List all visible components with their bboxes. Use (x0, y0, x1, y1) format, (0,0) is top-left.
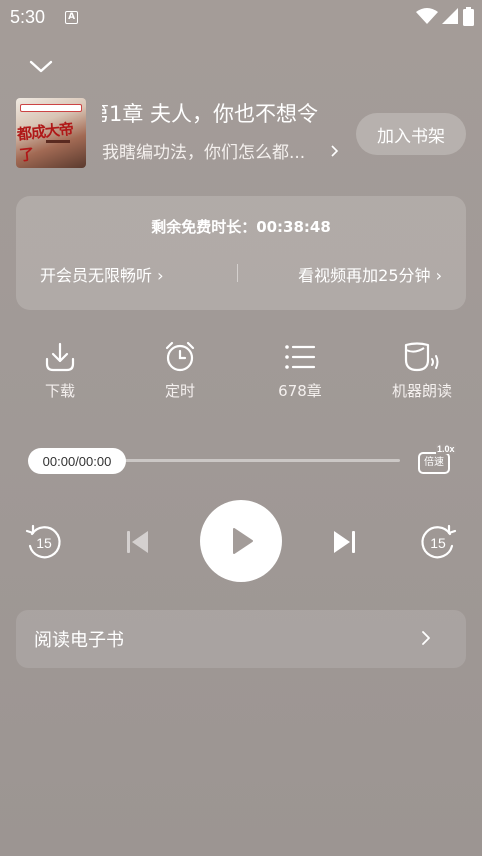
chevron-right-icon (331, 144, 339, 157)
forward-15-button[interactable]: 15 (418, 522, 458, 566)
svg-text:15: 15 (36, 535, 52, 551)
battery-icon (463, 7, 474, 26)
list-icon (285, 345, 316, 369)
download-label: 下载 (44, 382, 75, 400)
collapse-chevron-icon[interactable] (28, 56, 54, 76)
transport-controls: 15 15 (0, 500, 482, 582)
playback-progress[interactable]: 00:00/00:00 (28, 448, 400, 474)
chapter-list-button[interactable]: 678章 (250, 340, 350, 401)
speed-rate: 1.0x (436, 444, 456, 454)
skip-previous-icon (127, 531, 148, 553)
status-icons (416, 7, 474, 26)
chapter-count-label: 678章 (278, 382, 322, 400)
download-button[interactable]: 下载 (10, 340, 110, 401)
progress-thumb[interactable]: 00:00/00:00 (28, 448, 126, 474)
watch-video-link[interactable]: 看视频再加25分钟 › (298, 262, 442, 286)
forward-15-icon: 15 (421, 524, 457, 559)
svg-text:15: 15 (430, 535, 446, 551)
skip-next-icon (334, 531, 355, 553)
add-to-shelf-button[interactable]: 加入书架 (356, 113, 466, 155)
machine-read-label: 机器朗读 (391, 382, 452, 400)
status-time: 5:30 (10, 6, 46, 27)
notification-a-icon: A (65, 10, 79, 24)
alarm-clock-icon (165, 341, 195, 372)
tool-row: 下载 定时 678章 机器朗读 (0, 340, 482, 404)
book-description[interactable]: 我瞎编功法，你们怎么都... (102, 138, 342, 163)
book-description-text: 我瞎编功法，你们怎么都... (102, 143, 306, 163)
chapter-title: 第1章 夫人，你也不想令 (102, 102, 319, 126)
open-membership-link[interactable]: 开会员无限畅听 › (40, 262, 164, 286)
timer-label: 定时 (164, 382, 195, 400)
book-cover[interactable]: 都成大帝了 (16, 98, 86, 168)
signal-icon (442, 8, 458, 24)
download-icon (45, 342, 75, 372)
play-button[interactable] (200, 500, 282, 582)
card-divider (237, 264, 238, 282)
previous-chapter-button[interactable] (124, 528, 152, 560)
machine-read-button[interactable]: 机器朗读 (372, 340, 472, 401)
remaining-free-time: 剩余免费时长：00:38:48 (151, 218, 331, 236)
play-icon (233, 528, 253, 554)
speed-label: 倍速 (418, 452, 450, 474)
rewind-15-icon: 15 (25, 524, 61, 559)
rewind-15-button[interactable]: 15 (24, 522, 64, 566)
machine-read-icon (404, 342, 439, 372)
next-chapter-button[interactable] (330, 528, 358, 560)
playback-speed-button[interactable]: 倍速 1.0x (416, 444, 456, 476)
timer-button[interactable]: 定时 (130, 340, 230, 401)
chevron-right-icon (422, 631, 430, 645)
read-ebook-label: 阅读电子书 (34, 630, 124, 651)
read-ebook-row[interactable]: 阅读电子书 (16, 610, 466, 668)
wifi-icon (416, 8, 438, 24)
status-bar: 5:30 A (0, 0, 482, 34)
free-time-card: 剩余免费时长：00:38:48 开会员无限畅听 › 看视频再加25分钟 › (16, 196, 466, 310)
